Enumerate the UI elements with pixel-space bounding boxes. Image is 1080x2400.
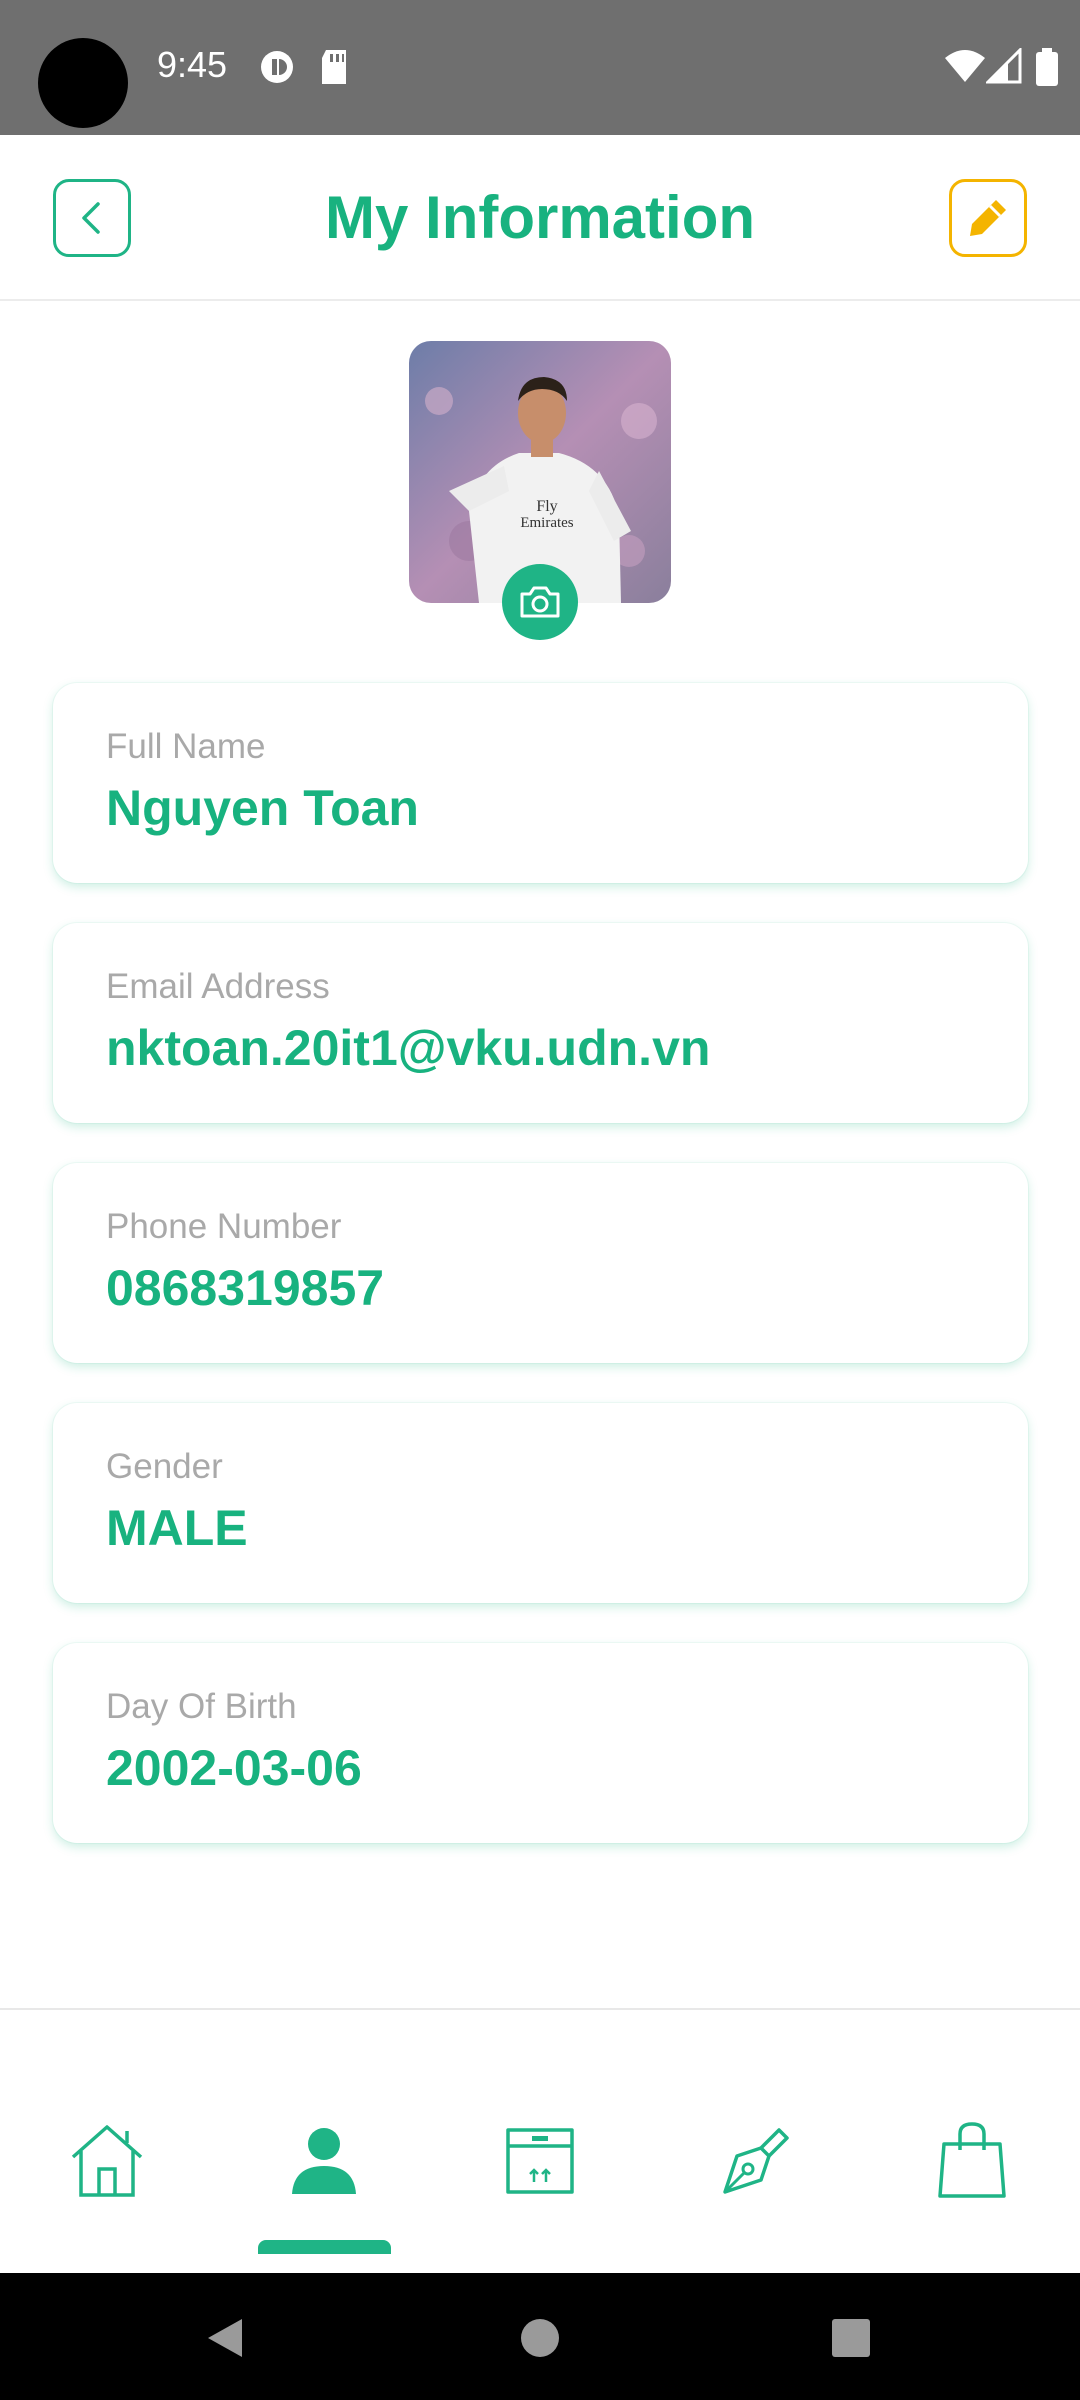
full-name-card[interactable]: Full Name Nguyen Toan [53, 683, 1028, 883]
gender-label: Gender [106, 1447, 223, 1486]
privacy-indicator-icon [261, 51, 293, 83]
nav-cart[interactable] [922, 2110, 1022, 2210]
gender-card[interactable]: Gender MALE [53, 1403, 1028, 1603]
triangle-back-icon [208, 2319, 242, 2357]
pencil-icon [970, 200, 1006, 236]
app-header: My Information [0, 135, 1080, 301]
phone-label: Phone Number [106, 1207, 342, 1246]
status-bar: 9:45 [0, 0, 1080, 135]
email-card[interactable]: Email Address nktoan.20it1@vku.udn.vn [53, 923, 1028, 1123]
bottom-navigation [0, 2008, 1080, 2273]
signal-icon [986, 48, 1022, 84]
birthday-card[interactable]: Day Of Birth 2002-03-06 [53, 1643, 1028, 1843]
nav-blog[interactable] [707, 2110, 807, 2210]
nav-profile[interactable] [274, 2110, 374, 2210]
svg-text:Emirates: Emirates [520, 515, 573, 531]
circle-home-icon [521, 2319, 559, 2357]
square-recents-icon [832, 2319, 870, 2357]
gender-value: MALE [106, 1500, 248, 1556]
camera-icon [520, 586, 560, 618]
shopping-bag-icon [938, 2122, 1006, 2198]
profile-icon [292, 2128, 356, 2194]
system-home-button[interactable] [505, 2303, 575, 2373]
nav-home[interactable] [57, 2110, 157, 2210]
full-name-label: Full Name [106, 727, 266, 766]
pen-nib-icon [723, 2128, 789, 2194]
page-title: My Information [325, 184, 755, 251]
email-label: Email Address [106, 967, 330, 1006]
battery-icon [1036, 48, 1058, 86]
home-icon [71, 2125, 143, 2197]
svg-text:Fly: Fly [536, 498, 557, 515]
system-back-button[interactable] [190, 2303, 260, 2373]
edit-button[interactable] [949, 179, 1027, 257]
nav-orders[interactable] [490, 2110, 590, 2210]
system-recents-button[interactable] [816, 2303, 886, 2373]
email-value: nktoan.20it1@vku.udn.vn [106, 1020, 711, 1076]
birthday-label: Day Of Birth [106, 1687, 297, 1726]
birthday-value: 2002-03-06 [106, 1740, 362, 1796]
system-navigation-bar [0, 2273, 1080, 2400]
phone-card[interactable]: Phone Number 0868319857 [53, 1163, 1028, 1363]
box-icon [506, 2128, 574, 2194]
active-tab-indicator [258, 2240, 391, 2254]
full-name-value: Nguyen Toan [106, 780, 419, 836]
phone-value: 0868319857 [106, 1260, 385, 1316]
change-photo-button[interactable] [502, 564, 578, 640]
status-time: 9:45 [157, 44, 228, 85]
front-camera-cutout [38, 38, 128, 128]
sd-card-icon [322, 50, 346, 84]
wifi-icon [945, 50, 985, 82]
